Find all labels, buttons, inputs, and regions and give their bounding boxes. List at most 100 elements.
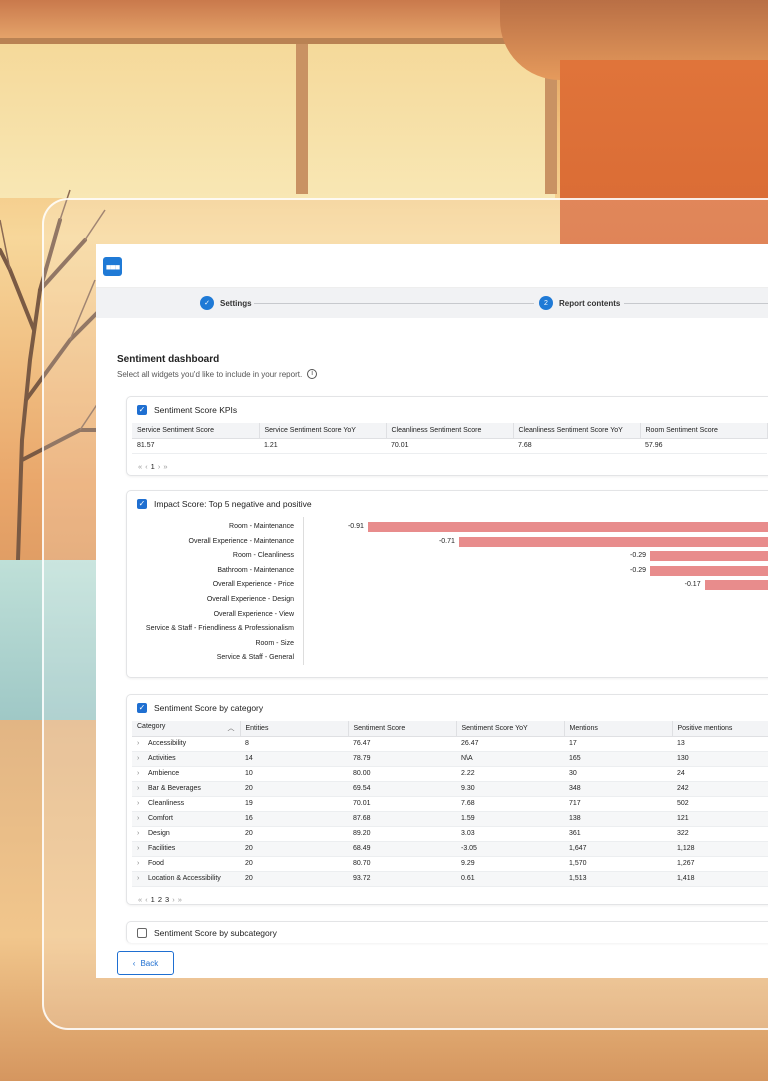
chevron-up-icon[interactable]: ︿ xyxy=(228,723,235,733)
step-settings[interactable]: ✓ Settings xyxy=(200,296,252,310)
app-logo-icon[interactable]: ■■■ xyxy=(103,257,122,276)
bar-value-label: -0.91 xyxy=(347,523,364,530)
table-cell-label: Facilities xyxy=(148,845,176,852)
pager-next-button[interactable]: › xyxy=(172,895,175,904)
table-cell: N\A xyxy=(456,751,564,767)
table-row[interactable]: › Facilities 20 68.49 -3.05 1,647 1,128 xyxy=(132,841,768,857)
table-cell-label: Location & Accessibility xyxy=(148,875,221,882)
kpis-checkbox[interactable]: ✓ xyxy=(137,405,147,415)
table-row[interactable]: › Accessibility 8 76.47 26.47 17 13 xyxy=(132,736,768,752)
bar-value-label: -0.17 xyxy=(684,581,701,589)
table-cell: 1,128 xyxy=(672,841,768,857)
column-header[interactable]: Entities xyxy=(240,721,349,737)
bar-category-label: Overall Experience - Design xyxy=(206,596,294,603)
table-row[interactable]: › Ambience 10 80.00 2.22 30 24 xyxy=(132,766,768,782)
kpi-value: 1.21 xyxy=(259,438,386,454)
pager-page-button[interactable]: 1 xyxy=(151,462,155,471)
table-cell: 20 xyxy=(240,841,348,857)
table-cell: 14 xyxy=(240,751,348,767)
column-header[interactable]: Mentions xyxy=(564,721,673,737)
table-row[interactable]: › Food 20 80.70 9.29 1,570 1,267 xyxy=(132,856,768,872)
bar-category-label: Bathroom - Maintenance xyxy=(217,566,294,574)
pager-page-button[interactable]: 1 xyxy=(151,895,155,904)
table-cell-label: Ambience xyxy=(148,770,180,777)
table-cell: 1,513 xyxy=(564,871,672,887)
table-cell: 80.00 xyxy=(348,766,456,782)
impact-bar-chart: Room - Maintenance -0.91 Overall Experienc… xyxy=(127,517,768,677)
table-cell: 361 xyxy=(564,826,672,842)
table-cell: 13 xyxy=(672,736,768,752)
table-cell: 20 xyxy=(240,871,348,887)
table-cell-category: › Cleanliness xyxy=(132,796,240,812)
category-checkbox[interactable]: ✓ xyxy=(137,703,147,713)
table-row[interactable]: › Design 20 89.20 3.03 361 322 xyxy=(132,826,768,842)
table-row[interactable]: › Activities 14 78.79 N\A 165 130 xyxy=(132,751,768,767)
table-cell: 1.59 xyxy=(456,811,564,827)
pager-first-button[interactable]: « xyxy=(138,895,142,904)
negative-impact-bar[interactable] xyxy=(650,551,768,562)
chevron-right-icon[interactable]: › xyxy=(137,755,148,762)
kpi-header: Service Sentiment Score YoY xyxy=(259,423,387,439)
chevron-right-icon[interactable]: › xyxy=(137,800,148,807)
chevron-right-icon[interactable]: › xyxy=(137,770,148,777)
table-cell: 20 xyxy=(240,856,348,872)
bar-category-label: Service & Staff - General xyxy=(216,654,294,662)
negative-impact-bar[interactable] xyxy=(650,565,768,576)
table-cell: 16 xyxy=(240,811,348,827)
table-cell: 70.01 xyxy=(348,796,456,812)
widget-header: ✓ Impact Score: Top 5 negative and posit… xyxy=(127,491,768,517)
table-row[interactable]: › Comfort 16 87.68 1.59 138 121 xyxy=(132,811,768,827)
pager-page-button[interactable]: 3 xyxy=(165,895,169,904)
bar-value-label: -0.29 xyxy=(630,566,647,574)
table-cell: 78.79 xyxy=(348,751,456,767)
table-cell: 502 xyxy=(672,796,768,812)
table-cell: 1,267 xyxy=(672,856,768,872)
table-row[interactable]: › Bar & Beverages 20 69.54 9.30 348 242 xyxy=(132,781,768,797)
pager-last-button[interactable]: » xyxy=(163,462,167,471)
chevron-right-icon[interactable]: › xyxy=(137,875,148,882)
chevron-right-icon[interactable]: › xyxy=(137,860,148,867)
table-cell: 19 xyxy=(240,796,348,812)
kpi-table: Service Sentiment Score Service Sentimen… xyxy=(132,423,768,454)
table-row[interactable]: › Cleanliness 19 70.01 7.68 717 502 xyxy=(132,796,768,812)
back-button[interactable]: ‹ Back xyxy=(117,951,174,975)
chevron-right-icon[interactable]: › xyxy=(137,815,148,822)
negative-impact-bar[interactable] xyxy=(367,522,768,532)
column-header-category[interactable]: Category ︿ xyxy=(132,721,241,737)
table-cell-label: Design xyxy=(148,830,170,837)
table-cell: 242 xyxy=(672,781,768,797)
chevron-right-icon[interactable]: › xyxy=(137,740,148,747)
table-cell: 20 xyxy=(240,781,348,797)
table-cell-category: › Facilities xyxy=(132,841,240,857)
chevron-right-icon[interactable]: › xyxy=(137,845,148,852)
back-button-label: Back xyxy=(140,958,159,968)
table-cell: 8 xyxy=(240,736,348,752)
column-header[interactable]: Sentiment Score YoY xyxy=(456,721,565,737)
column-header[interactable]: Sentiment Score xyxy=(348,721,457,737)
background-window xyxy=(0,38,555,198)
step-report-contents[interactable]: 2 Report contents xyxy=(539,296,620,310)
pager-prev-button[interactable]: ‹ xyxy=(145,462,148,471)
chevron-right-icon[interactable]: › xyxy=(137,830,148,837)
pager-last-button[interactable]: » xyxy=(178,895,182,904)
chevron-right-icon[interactable]: › xyxy=(137,785,148,792)
negative-impact-bar[interactable] xyxy=(704,580,768,591)
subcategory-checkbox[interactable] xyxy=(137,928,147,938)
table-cell-label: Cleanliness xyxy=(148,800,185,807)
pager-first-button[interactable]: « xyxy=(138,462,142,471)
table-cell: 1,570 xyxy=(564,856,672,872)
table-cell: 348 xyxy=(564,781,672,797)
negative-impact-bar[interactable] xyxy=(458,536,768,547)
pager-page-button[interactable]: 2 xyxy=(158,895,162,904)
impact-checkbox[interactable]: ✓ xyxy=(137,499,147,509)
pager-next-button[interactable]: › xyxy=(158,462,161,471)
info-icon[interactable]: i xyxy=(307,369,318,379)
column-header[interactable]: Positive mentions xyxy=(672,721,768,737)
table-cell: 322 xyxy=(672,826,768,842)
pager-prev-button[interactable]: ‹ xyxy=(145,895,148,904)
widget-card-category: ✓ Sentiment Score by category Category ︿… xyxy=(126,694,768,905)
table-cell: 1,647 xyxy=(564,841,672,857)
table-cell: 26.47 xyxy=(456,736,564,752)
table-cell: 9.30 xyxy=(456,781,564,797)
table-row[interactable]: › Location & Accessibility 20 93.72 0.61 1,51… xyxy=(132,871,768,887)
